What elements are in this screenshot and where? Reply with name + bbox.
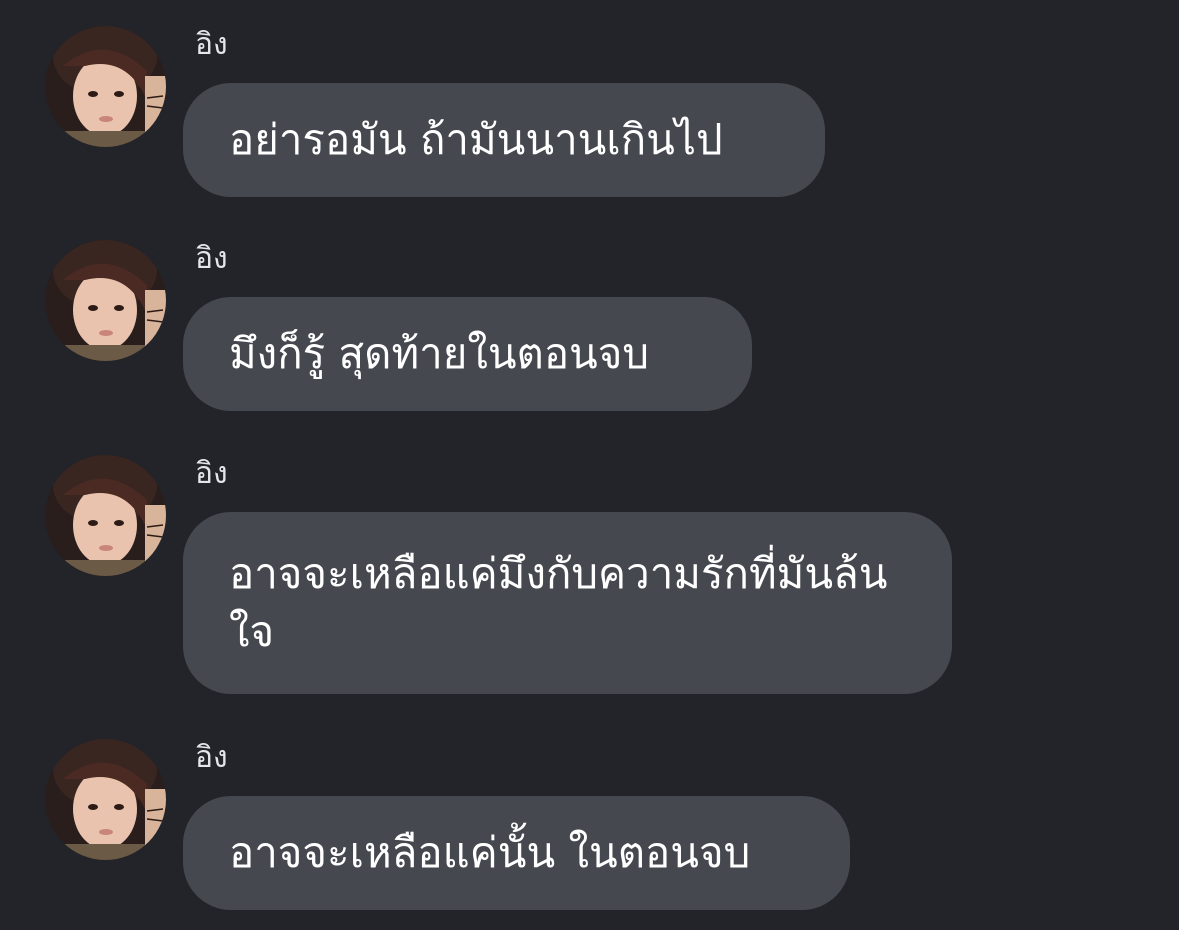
profile-photo-icon bbox=[45, 26, 166, 147]
avatar[interactable] bbox=[45, 240, 166, 361]
message-text: มึงก็รู้ สุดท้ายในตอนจบ bbox=[229, 329, 650, 378]
message-text: อย่ารอมัน ถ้ามันนานเกินไป bbox=[229, 115, 723, 164]
sender-name: อิง bbox=[195, 456, 228, 491]
message-text: อาจจะเหลือแค่มึงกับความรักที่มันล้นใจ bbox=[229, 549, 888, 656]
sender-name: อิง bbox=[195, 27, 228, 62]
profile-photo-icon bbox=[45, 739, 166, 860]
profile-photo-icon bbox=[45, 455, 166, 576]
profile-photo-icon bbox=[45, 240, 166, 361]
message-text: อาจจะเหลือแค่นั้น ในตอนจบ bbox=[229, 828, 751, 877]
message-bubble[interactable]: มึงก็รู้ สุดท้ายในตอนจบ bbox=[183, 297, 752, 411]
sender-name: อิง bbox=[195, 241, 228, 276]
chat-thread: อิง อย่ารอมัน ถ้ามันนานเกินไป อิง มึงก็ร… bbox=[0, 0, 1179, 930]
message-bubble[interactable]: อาจจะเหลือแค่นั้น ในตอนจบ bbox=[183, 796, 850, 910]
avatar[interactable] bbox=[45, 739, 166, 860]
avatar[interactable] bbox=[45, 455, 166, 576]
avatar[interactable] bbox=[45, 26, 166, 147]
message-bubble[interactable]: อย่ารอมัน ถ้ามันนานเกินไป bbox=[183, 83, 825, 197]
sender-name: อิง bbox=[195, 740, 228, 775]
message-bubble[interactable]: อาจจะเหลือแค่มึงกับความรักที่มันล้นใจ bbox=[183, 512, 952, 694]
